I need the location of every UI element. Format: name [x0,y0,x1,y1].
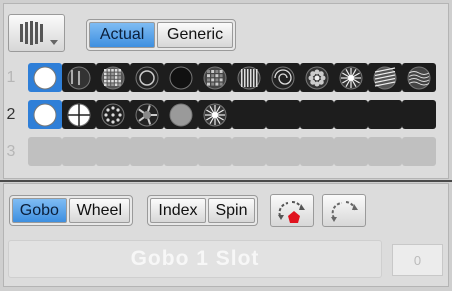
gobo-mode-button[interactable]: Gobo [12,198,67,223]
gobo-shake-button[interactable] [270,194,314,227]
gobo-cell[interactable] [266,137,300,166]
gobo-cell[interactable] [130,137,164,166]
gobo-cell[interactable] [334,63,368,92]
gobo-fan-icon [135,103,159,126]
generic-button[interactable]: Generic [157,22,233,48]
index-spin-toggle: Index Spin [147,195,258,226]
wheel-mode-button[interactable]: Wheel [68,198,130,223]
gobo-cell[interactable] [96,137,130,166]
gobo-stripes-icon [373,66,397,89]
row-label: 3 [6,142,16,160]
gobo-grid: 1 2 3 [4,63,450,173]
gobo-cell[interactable] [368,100,402,129]
panel-divider [0,180,452,182]
gobo-cell[interactable] [300,63,334,92]
gobo-shake-off-button[interactable] [322,194,366,227]
gobo-cell[interactable] [334,137,368,166]
gobo-cell[interactable] [334,100,368,129]
chevron-down-icon [49,40,58,45]
gobo-white-icon [33,103,57,126]
actual-generic-toggle: Actual Generic [86,19,236,51]
gobo-dots-icon [101,103,125,126]
gobo-cell[interactable] [164,100,198,129]
gobo-cell[interactable] [130,100,164,129]
gobo-shake-red-icon [278,200,305,223]
gobo-cell[interactable] [198,137,232,166]
wheel-view-dropdown[interactable] [8,14,65,52]
gobo-cell[interactable] [96,100,130,129]
row-label: 2 [6,105,16,123]
gobo-cell[interactable] [28,100,62,129]
gobo-cell[interactable] [164,63,198,92]
gobo-wheel-toggle: Gobo Wheel [9,195,133,226]
gobo-cell[interactable] [232,137,266,166]
gobo-cell[interactable] [300,137,334,166]
gobo-bars-icon [237,66,261,89]
gobo-cells-icon [203,66,227,89]
row-label: 1 [6,68,16,86]
gobo-spiral-icon [203,103,227,126]
gobo-cross-icon [67,103,91,126]
gobo-cell[interactable] [300,100,334,129]
spin-button[interactable]: Spin [207,198,255,223]
gobo-spiral-icon [339,66,363,89]
gobo-cell[interactable] [266,100,300,129]
slot-value: 0 [413,252,422,268]
gobo-row-1: 1 [4,63,450,92]
index-button[interactable]: Index [150,198,206,223]
gobo-shake-icon [331,200,358,222]
gobo-cell[interactable] [266,63,300,92]
gobo-cell[interactable] [96,63,130,92]
gobo-cell[interactable] [402,63,436,92]
gobo-cell[interactable] [368,63,402,92]
actual-button[interactable]: Actual [89,22,156,48]
gobo-cell[interactable] [198,100,232,129]
gobo-cell[interactable] [402,100,436,129]
gobo-row-3: 3 [4,137,450,166]
gobo-swirl-icon [271,66,295,89]
gobo-flower-icon [305,66,329,89]
gobo-cell[interactable] [232,63,266,92]
gobo-mosaic-icon [101,66,125,89]
gobo-cell[interactable] [62,137,96,166]
gobo-cell[interactable] [28,137,62,166]
gobo-cell[interactable] [368,137,402,166]
gobo-slot-slider[interactable]: Gobo 1 Slot [8,240,382,278]
gobo-cell[interactable] [164,137,198,166]
gobo-cell[interactable] [62,63,96,92]
gobo-grey-icon [169,103,193,126]
gobo-dark-icon [169,66,193,89]
gobo-cell[interactable] [198,63,232,92]
slider-label: Gobo 1 Slot [130,247,260,270]
gobo-cell[interactable] [62,100,96,129]
gobo-waves-icon [407,66,431,89]
gobo-cell[interactable] [130,63,164,92]
gobo-cell[interactable] [402,137,436,166]
slot-value-field[interactable]: 0 [392,244,443,276]
gobo-ring-icon [135,66,159,89]
gobo-wheel-icon [19,21,58,45]
gobo-cell[interactable] [232,100,266,129]
gobo-row-2: 2 [4,100,450,129]
gobo-white-icon [33,66,57,89]
gobo-cell[interactable] [28,63,62,92]
gobo-speckle-icon [67,66,91,89]
